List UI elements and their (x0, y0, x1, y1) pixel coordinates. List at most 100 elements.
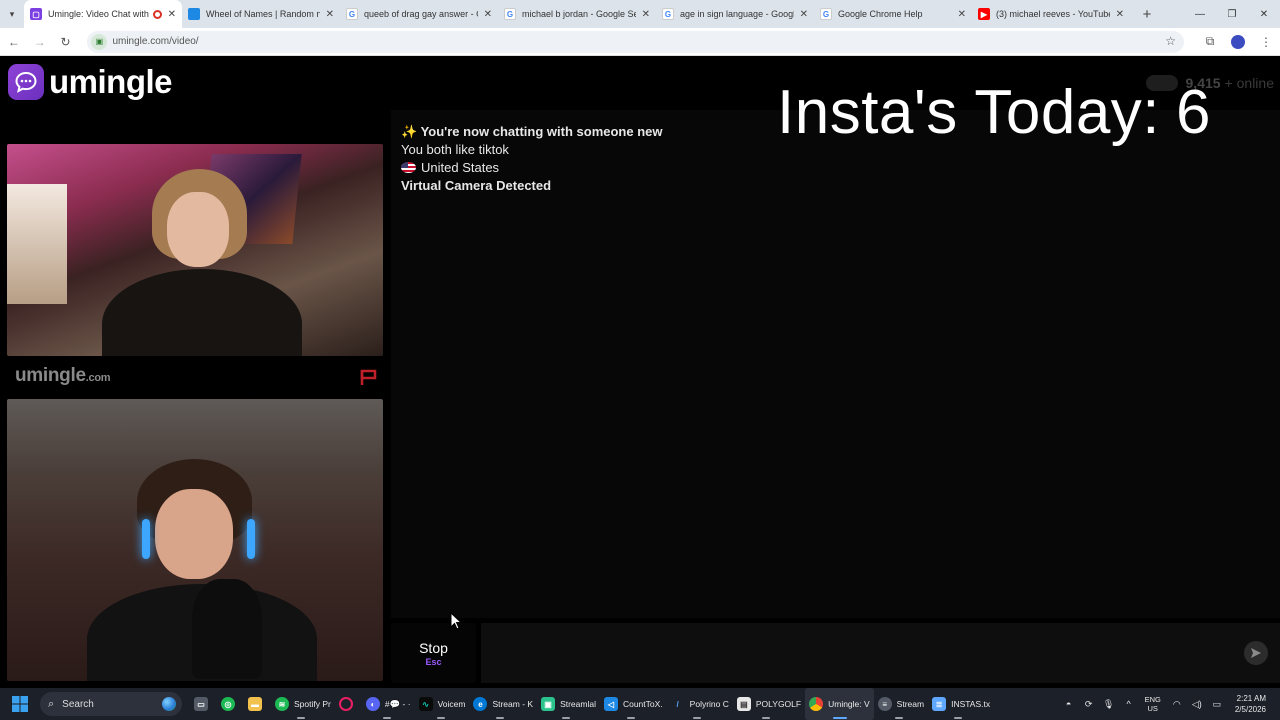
windows-start-icon[interactable] (0, 688, 40, 720)
taskbar-app-spotify[interactable]: ≋ Spotify Pr (271, 688, 335, 720)
app-label: Voicem (437, 699, 466, 709)
umingle-favicon-icon: ▢ (30, 8, 42, 20)
person-body-shape (102, 269, 302, 356)
mouse-cursor-icon (450, 612, 462, 630)
tab-search-chevron-icon[interactable]: ▾ (0, 0, 24, 28)
maximize-icon[interactable]: ❐ (1216, 0, 1248, 28)
reload-icon[interactable]: ↻ (54, 30, 78, 54)
close-tab-icon[interactable]: ✕ (642, 9, 650, 20)
taskbar-app-green[interactable]: ◎ (217, 688, 244, 720)
tab-title: (3) michael reeves - YouTube (996, 9, 1110, 19)
report-flag-icon[interactable] (359, 368, 379, 386)
system-message-warning: Virtual Camera Detected (401, 178, 552, 193)
umingle-watermark: umingle.com (15, 365, 111, 387)
minimize-icon[interactable]: — (1184, 0, 1216, 28)
vscode-icon: ◁ (603, 697, 618, 711)
stream-icon: ≡ (877, 697, 892, 711)
clock-time: 2:21 AM (1236, 694, 1266, 703)
app-label: Spotify Pr (294, 699, 331, 709)
taskbar-app-streamlabs[interactable]: ▣ Streamlal (537, 688, 600, 720)
country-text: United States (421, 160, 500, 175)
overlay-value: 6 (1176, 78, 1212, 147)
camera-permission-icon[interactable]: ▣ (91, 33, 108, 50)
taskbar-app-polygolf[interactable]: ▤ POLYGOLF (733, 688, 805, 720)
clock-date: 2/5/2026 (1234, 705, 1266, 714)
streamlabs-icon: ▣ (541, 697, 556, 711)
taskbar-app-voicemod[interactable]: ∿ Voicem (415, 688, 470, 720)
forward-icon[interactable]: → (28, 30, 52, 54)
search-highlight-globe-icon (162, 697, 176, 711)
chevron-up-icon[interactable]: ^ (1119, 699, 1139, 709)
taskbar-app-stream-edge[interactable]: e Stream - K (469, 688, 537, 720)
bookmark-star-icon[interactable]: ☆ (1165, 34, 1176, 48)
back-icon[interactable]: ← (2, 30, 26, 54)
taskbar-app-polyrino[interactable]: / Polyrino C (667, 688, 733, 720)
us-flag-icon (401, 162, 416, 173)
stop-button-label: Stop (419, 639, 448, 656)
edge-icon: e (473, 697, 488, 711)
microphone-shape (192, 579, 262, 679)
overlay-label: Insta's Today: (777, 78, 1161, 147)
task-view-icon[interactable]: ▭ (190, 688, 217, 720)
system-tray: ◓ ⟳ 🎙 ^ ENG US ◠ ◁) ▭ 2:21 AM 2/5/2026 (1059, 688, 1280, 720)
tab-title: queeb of drag gay answer - Go (364, 9, 478, 19)
pen-icon: / (676, 699, 679, 709)
close-window-icon[interactable]: ✕ (1248, 0, 1280, 28)
spotify-icon: ≋ (275, 697, 289, 711)
umingle-logo[interactable]: umingle (8, 63, 173, 101)
tab-wheel-of-names[interactable]: Wheel of Names | Random nam ✕ (182, 0, 340, 28)
close-tab-icon[interactable]: ✕ (168, 9, 176, 20)
region-code: US (1147, 704, 1158, 713)
taskbar-search[interactable]: ⌕ Search (40, 692, 182, 716)
volume-icon[interactable]: ◁) (1187, 699, 1207, 710)
close-tab-icon[interactable]: ✕ (1116, 9, 1124, 20)
file-explorer-icon[interactable]: ▬ (244, 688, 271, 720)
app-label: Streamlal (560, 699, 596, 709)
address-bar[interactable]: ▣ umingle.com/video/ ☆ (87, 30, 1184, 53)
tab-title: Wheel of Names | Random nam (206, 9, 320, 19)
taskbar-app-opera[interactable] (335, 688, 362, 720)
send-arrow-icon (1251, 648, 1261, 658)
tab-title: Umingle: Video Chat with S (48, 9, 149, 19)
taskbar-app-stream[interactable]: ≡ Stream (874, 688, 928, 720)
battery-icon[interactable]: ▭ (1207, 699, 1227, 710)
extensions-icon[interactable]: ⧉ (1196, 34, 1224, 49)
tab-google-search-3[interactable]: G age in sign language - Google ✕ (656, 0, 814, 28)
google-favicon-icon: G (346, 8, 358, 20)
close-tab-icon[interactable]: ✕ (800, 9, 808, 20)
browser-toolbar: ← → ↻ ▣ umingle.com/video/ ☆ ⧉ ⋮ (0, 28, 1280, 56)
profile-avatar[interactable] (1230, 34, 1245, 49)
discord-tray-icon[interactable]: ◓ (1059, 699, 1079, 709)
person-face-shape (155, 489, 233, 579)
close-tab-icon[interactable]: ✕ (958, 9, 966, 20)
person-face-shape (167, 192, 229, 267)
notepad-icon: ≣ (932, 697, 947, 711)
taskbar-app-vscode[interactable]: ◁ CountToX. (600, 688, 667, 720)
chrome-menu-icon[interactable]: ⋮ (1252, 35, 1280, 49)
system-message-new-chat: ✨ You're now chatting with someone new (401, 124, 663, 139)
tab-umingle[interactable]: ▢ Umingle: Video Chat with S ✕ (24, 0, 182, 28)
taskbar-app-discord[interactable]: ◐ #💬 - · (362, 688, 415, 720)
stream-overlay-counter: Insta's Today: 6 (777, 77, 1211, 148)
tab-google-search-1[interactable]: G queeb of drag gay answer - Go ✕ (340, 0, 498, 28)
youtube-favicon-icon: ▶ (978, 8, 990, 20)
close-tab-icon[interactable]: ✕ (326, 9, 334, 20)
tab-chrome-help[interactable]: G Google Chrome Help ✕ (814, 0, 972, 28)
microphone-tray-icon[interactable]: 🎙 (1099, 699, 1119, 710)
tab-google-search-2[interactable]: G michael b jordan - Google Sear ✕ (498, 0, 656, 28)
taskbar-app-chrome[interactable]: Umingle: V (805, 688, 874, 720)
sync-tray-icon[interactable]: ⟳ (1079, 699, 1099, 710)
taskbar-app-notepad[interactable]: ≣ INSTAS.tx (928, 688, 994, 720)
wifi-icon[interactable]: ◠ (1167, 699, 1187, 710)
stop-button[interactable]: Stop Esc (391, 623, 476, 683)
send-button[interactable] (1244, 641, 1268, 665)
system-message-country: United States (401, 160, 499, 175)
message-input[interactable] (481, 623, 1280, 683)
tab-youtube[interactable]: ▶ (3) michael reeves - YouTube ✕ (972, 0, 1130, 28)
language-indicator[interactable]: ENG US (1145, 695, 1161, 713)
tab-title: age in sign language - Google (680, 9, 794, 19)
chat-log: ✨ You're now chatting with someone new Y… (391, 110, 1280, 618)
new-tab-icon[interactable]: + (1136, 6, 1158, 23)
clock[interactable]: 2:21 AM 2/5/2026 (1235, 693, 1266, 715)
close-tab-icon[interactable]: ✕ (484, 9, 492, 20)
